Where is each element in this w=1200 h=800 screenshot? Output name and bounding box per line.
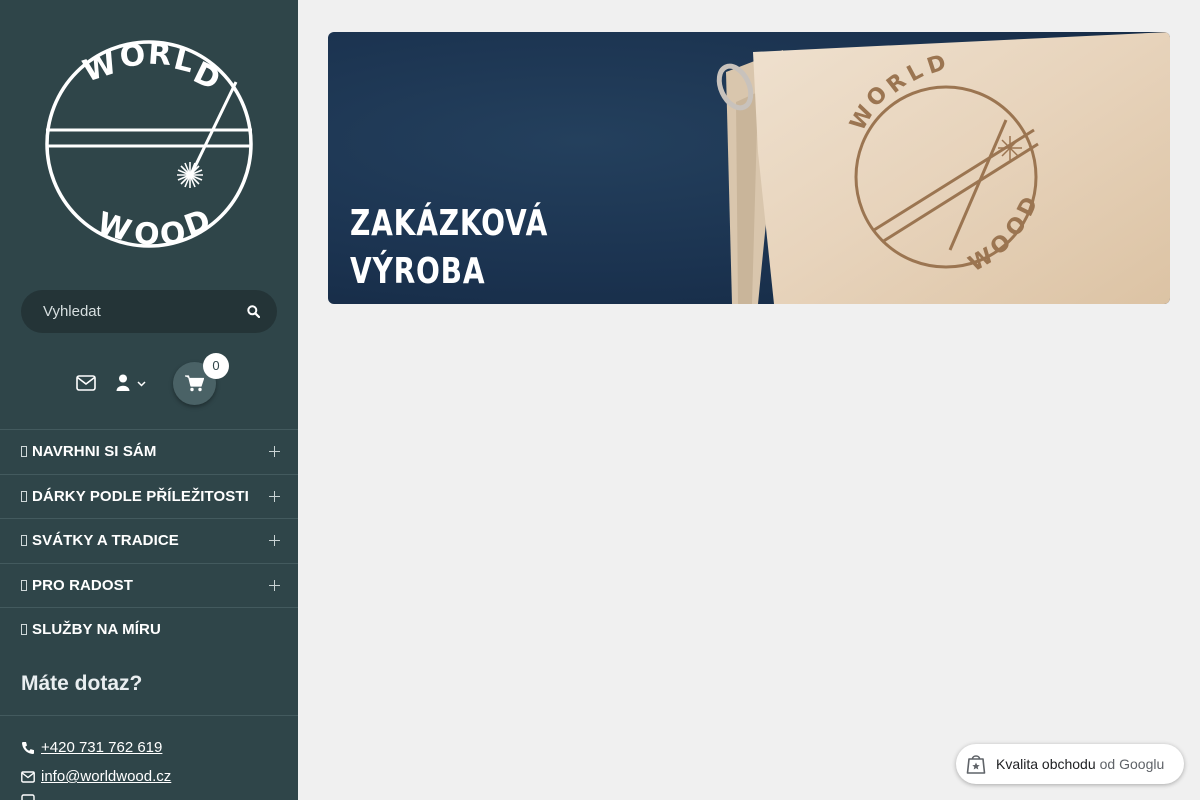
menu-item-pro-radost[interactable]: PRO RADOST	[0, 562, 298, 608]
svg-text:O: O	[133, 216, 161, 250]
sidebar: W O R L D W O O D Vyhledat 0 NAVRHNI SI …	[0, 0, 298, 800]
phone-icon	[22, 741, 34, 754]
expand-plus-icon[interactable]	[269, 579, 280, 591]
search-box	[21, 290, 277, 333]
menu-bullet-icon	[21, 579, 27, 591]
menu-item-sluzby[interactable]: SLUŽBY NA MÍRU	[0, 607, 298, 652]
shopping-bag-icon	[966, 755, 986, 774]
badge-sub: od Googlu	[1099, 756, 1165, 772]
menu-bullet-icon	[21, 490, 27, 502]
svg-text:W: W	[79, 46, 121, 90]
category-menu: NAVRHNI SI SÁM DÁRKY PODLE PŘÍLEŽITOSTI …	[0, 429, 298, 652]
svg-text:O: O	[118, 40, 147, 75]
expand-plus-icon[interactable]	[269, 535, 280, 546]
shopping-cart-icon	[185, 375, 204, 392]
phone-link[interactable]: +420 731 762 619	[41, 739, 162, 756]
envelope-icon[interactable]	[76, 375, 96, 391]
square-icon	[21, 794, 35, 800]
contact-heading: Máte dotaz?	[21, 672, 143, 695]
banner-title-line1: ZAKÁZKOVÁ	[350, 203, 549, 244]
menu-item-label: NAVRHNI SI SÁM	[32, 443, 157, 461]
menu-item-darky[interactable]: DÁRKY PODLE PŘÍLEŽITOSTI	[0, 473, 298, 519]
user-menu-icon[interactable]	[116, 374, 148, 392]
cart-count-badge: 0	[203, 353, 229, 379]
menu-item-navrhni[interactable]: NAVRHNI SI SÁM	[0, 429, 298, 474]
menu-item-label: PRO RADOST	[32, 576, 134, 594]
email-link[interactable]: info@worldwood.cz	[41, 768, 171, 785]
header-actions: 0	[0, 353, 298, 415]
banner-title: ZAKÁZKOVÁ VÝROBA	[350, 200, 548, 296]
svg-text:R: R	[147, 40, 172, 73]
badge-label: Kvalita obchodu	[996, 756, 1096, 772]
menu-bullet-icon	[21, 624, 27, 636]
expand-plus-icon[interactable]	[269, 490, 280, 502]
contact-more	[21, 794, 41, 800]
envelope-icon	[21, 770, 35, 783]
banner-title-line2: VÝROBA	[350, 251, 486, 292]
menu-bullet-icon	[21, 535, 27, 547]
divider	[0, 715, 298, 716]
menu-item-svatky[interactable]: SVÁTKY A TRADICE	[0, 518, 298, 563]
google-store-quality-badge[interactable]: Kvalita obchodu od Googlu	[956, 744, 1184, 784]
search-input[interactable]	[43, 290, 233, 333]
contact-email: info@worldwood.cz	[21, 768, 171, 785]
menu-bullet-icon	[21, 446, 27, 458]
search-icon[interactable]	[247, 305, 260, 318]
menu-item-label: DÁRKY PODLE PŘÍLEŽITOSTI	[32, 487, 249, 505]
expand-plus-icon[interactable]	[269, 446, 280, 457]
custom-production-banner[interactable]: W O R L D W O O D ZAKÁZKOVÁ VÝROBA	[328, 32, 1170, 304]
world-wood-logo[interactable]: W O R L D W O O D	[40, 40, 260, 250]
menu-item-label: SLUŽBY NA MÍRU	[32, 621, 161, 639]
menu-item-label: SVÁTKY A TRADICE	[32, 532, 179, 550]
contact-phone: +420 731 762 619	[21, 739, 162, 756]
